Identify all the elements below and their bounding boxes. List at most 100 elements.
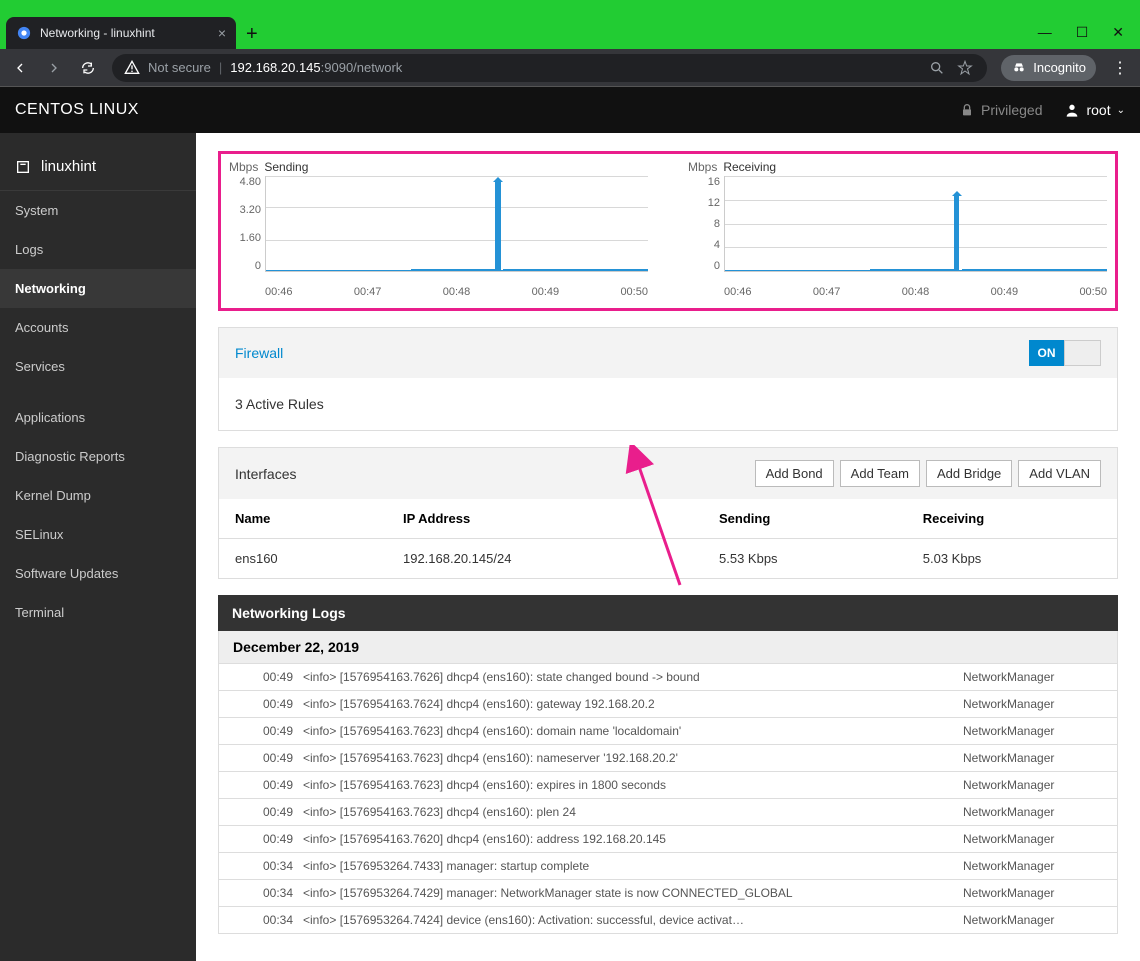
log-time: 00:49 (233, 778, 303, 792)
sidebar-item-logs[interactable]: Logs (0, 230, 196, 269)
x-tick: 00:49 (532, 286, 560, 298)
reload-button[interactable] (78, 58, 98, 78)
warning-icon (124, 60, 140, 76)
sidebar: linuxhint SystemLogsNetworkingAccountsSe… (0, 133, 196, 961)
firewall-toggle[interactable]: ON (1029, 340, 1101, 366)
log-source: NetworkManager (963, 751, 1103, 765)
logs-title: Networking Logs (218, 595, 1118, 631)
chevron-down-icon: ⌄ (1117, 105, 1125, 116)
log-entry[interactable]: 00:49<info> [1576954163.7623] dhcp4 (ens… (218, 772, 1118, 799)
forward-button[interactable] (44, 58, 64, 78)
main-content[interactable]: Mbps Sending 4.803.201.600 00:4600:4700:… (196, 133, 1140, 961)
sidebar-item-accounts[interactable]: Accounts (0, 308, 196, 347)
y-tick: 12 (688, 197, 720, 209)
browser-tab[interactable]: Networking - linuxhint × (6, 17, 236, 49)
log-entry[interactable]: 00:49<info> [1576954163.7624] dhcp4 (ens… (218, 691, 1118, 718)
sidebar-item-software updates[interactable]: Software Updates (0, 554, 196, 593)
log-entry[interactable]: 00:34<info> [1576953264.7433] manager: s… (218, 853, 1118, 880)
log-time: 00:49 (233, 751, 303, 765)
sidebar-item-applications[interactable]: Applications (0, 398, 196, 437)
log-entry[interactable]: 00:49<info> [1576954163.7626] dhcp4 (ens… (218, 664, 1118, 691)
sidebar-item-networking[interactable]: Networking (0, 269, 196, 308)
toggle-off-side (1064, 340, 1101, 366)
interfaces-title: Interfaces (235, 466, 296, 482)
x-tick: 00:47 (813, 286, 841, 298)
log-entry[interactable]: 00:49<info> [1576954163.7620] dhcp4 (ens… (218, 826, 1118, 853)
maximize-icon[interactable]: ☐ (1076, 24, 1089, 41)
sending-plot (265, 176, 648, 272)
add bond-button[interactable]: Add Bond (755, 460, 834, 487)
charts-panel: Mbps Sending 4.803.201.600 00:4600:4700:… (218, 151, 1118, 311)
sending-chart: Mbps Sending 4.803.201.600 00:4600:4700:… (229, 160, 648, 298)
browser-menu-icon[interactable]: ⋮ (1110, 58, 1130, 78)
interfaces-panel: Interfaces Add BondAdd TeamAdd BridgeAdd… (218, 447, 1118, 579)
close-icon[interactable]: ✕ (1112, 24, 1124, 41)
log-time: 00:49 (233, 805, 303, 819)
add team-button[interactable]: Add Team (840, 460, 920, 487)
back-button[interactable] (10, 58, 30, 78)
incognito-label: Incognito (1033, 60, 1086, 75)
sidebar-item-services[interactable]: Services (0, 347, 196, 386)
incognito-icon (1011, 60, 1027, 76)
zoom-icon[interactable] (927, 58, 947, 78)
window-chrome (0, 0, 1140, 15)
firewall-link[interactable]: Firewall (235, 345, 283, 361)
user-menu[interactable]: root ⌄ (1064, 102, 1125, 118)
col-name: Name (219, 499, 387, 539)
privileged-label[interactable]: Privileged (981, 102, 1042, 118)
tab-close-icon[interactable]: × (218, 25, 226, 41)
address-bar[interactable]: Not secure | 192.168.20.145:9090/network (112, 54, 987, 82)
col-receiving: Receiving (907, 499, 1117, 539)
x-tick: 00:46 (724, 286, 752, 298)
log-source: NetworkManager (963, 724, 1103, 738)
y-tick: 1.60 (229, 232, 261, 244)
log-entry[interactable]: 00:34<info> [1576953264.7424] device (en… (218, 907, 1118, 934)
log-entry[interactable]: 00:49<info> [1576954163.7623] dhcp4 (ens… (218, 745, 1118, 772)
interface-row[interactable]: ens160192.168.20.145/245.53 Kbps5.03 Kbp… (219, 539, 1117, 579)
log-entry[interactable]: 00:49<info> [1576954163.7623] dhcp4 (ens… (218, 718, 1118, 745)
address-host: 192.168.20.145 (230, 60, 320, 75)
log-entry[interactable]: 00:34<info> [1576953264.7429] manager: N… (218, 880, 1118, 907)
y-tick: 4 (688, 239, 720, 251)
log-time: 00:34 (233, 913, 303, 927)
host-header[interactable]: linuxhint (0, 148, 196, 191)
address-path: :9090/network (321, 60, 403, 75)
log-source: NetworkManager (963, 778, 1103, 792)
add bridge-button[interactable]: Add Bridge (926, 460, 1012, 487)
logs-panel: Networking Logs December 22, 2019 00:49<… (218, 595, 1118, 934)
sidebar-item-system[interactable]: System (0, 191, 196, 230)
y-tick: 4.80 (229, 176, 261, 188)
minimize-icon[interactable]: — (1038, 24, 1052, 40)
tab-title: Networking - linuxhint (40, 26, 155, 40)
log-source: NetworkManager (963, 886, 1103, 900)
server-icon (15, 159, 31, 175)
log-message: <info> [1576954163.7626] dhcp4 (ens160):… (303, 670, 963, 684)
bookmark-icon[interactable] (955, 58, 975, 78)
sidebar-item-selinux[interactable]: SELinux (0, 515, 196, 554)
log-message: <info> [1576954163.7624] dhcp4 (ens160):… (303, 697, 963, 711)
log-source: NetworkManager (963, 805, 1103, 819)
add vlan-button[interactable]: Add VLAN (1018, 460, 1101, 487)
col-ip address: IP Address (387, 499, 703, 539)
sidebar-item-terminal[interactable]: Terminal (0, 593, 196, 632)
log-time: 00:49 (233, 724, 303, 738)
receiving-title: Receiving (723, 160, 776, 174)
x-tick: 00:46 (265, 286, 293, 298)
incognito-badge[interactable]: Incognito (1001, 55, 1096, 81)
sidebar-item-kernel dump[interactable]: Kernel Dump (0, 476, 196, 515)
brand-label: CENTOS LINUX (15, 101, 139, 119)
interfaces-table: NameIP AddressSendingReceiving ens160192… (219, 499, 1117, 578)
sidebar-item-diagnostic reports[interactable]: Diagnostic Reports (0, 437, 196, 476)
log-message: <info> [1576953264.7424] device (ens160)… (303, 913, 963, 927)
toggle-on-label: ON (1029, 340, 1064, 366)
new-tab-button[interactable]: + (236, 19, 268, 49)
col-sending: Sending (703, 499, 907, 539)
x-tick: 00:49 (991, 286, 1019, 298)
log-time: 00:34 (233, 886, 303, 900)
lock-icon (959, 102, 975, 118)
receiving-peak (954, 195, 959, 271)
x-tick: 00:47 (354, 286, 382, 298)
browser-toolbar: Not secure | 192.168.20.145:9090/network… (0, 49, 1140, 87)
log-entry[interactable]: 00:49<info> [1576954163.7623] dhcp4 (ens… (218, 799, 1118, 826)
log-message: <info> [1576954163.7623] dhcp4 (ens160):… (303, 751, 963, 765)
